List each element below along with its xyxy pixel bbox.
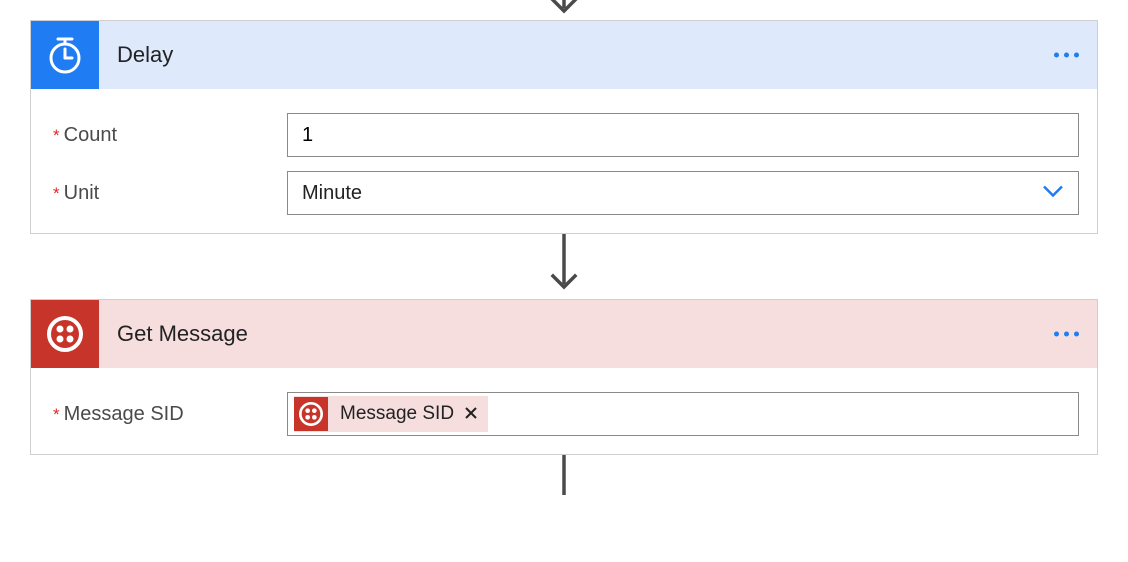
message-sid-field-label: Message SID	[64, 403, 184, 426]
get-message-card-header[interactable]: Get Message	[31, 300, 1097, 368]
required-asterisk: *	[53, 184, 60, 204]
flow-arrow-top	[0, 0, 1128, 20]
count-field-label: Count	[64, 124, 117, 147]
flow-arrow-bottom	[0, 455, 1128, 485]
delay-card-menu[interactable]	[1054, 53, 1079, 58]
get-message-card-body: * Message SID	[31, 368, 1097, 454]
unit-select[interactable]: Minute	[287, 171, 1079, 215]
close-icon[interactable]	[464, 404, 478, 425]
unit-field-row: * Unit Minute	[49, 171, 1079, 215]
timer-icon	[31, 21, 99, 89]
count-input[interactable]	[302, 124, 1064, 147]
chevron-down-icon	[1042, 182, 1064, 205]
get-message-card-title: Get Message	[117, 321, 248, 347]
unit-field-label: Unit	[64, 182, 100, 205]
twilio-icon	[31, 300, 99, 368]
required-asterisk: *	[53, 405, 60, 425]
message-sid-field-row: * Message SID	[49, 392, 1079, 436]
delay-card-body: * Count * Unit Minute	[31, 89, 1097, 233]
unit-select-value: Minute	[302, 182, 362, 205]
count-input-wrapper[interactable]	[287, 113, 1079, 157]
delay-card-title: Delay	[117, 42, 173, 68]
get-message-card: Get Message * Message SID	[30, 299, 1098, 455]
count-field-row: * Count	[49, 113, 1079, 157]
delay-card: Delay * Count * Unit M	[30, 20, 1098, 234]
required-asterisk: *	[53, 126, 60, 146]
delay-card-header[interactable]: Delay	[31, 21, 1097, 89]
token-label: Message SID	[340, 403, 454, 425]
message-sid-token[interactable]: Message SID	[294, 396, 488, 432]
twilio-icon	[294, 397, 328, 431]
message-sid-input[interactable]: Message SID	[287, 392, 1079, 436]
flow-arrow-middle	[0, 234, 1128, 299]
get-message-card-menu[interactable]	[1054, 332, 1079, 337]
